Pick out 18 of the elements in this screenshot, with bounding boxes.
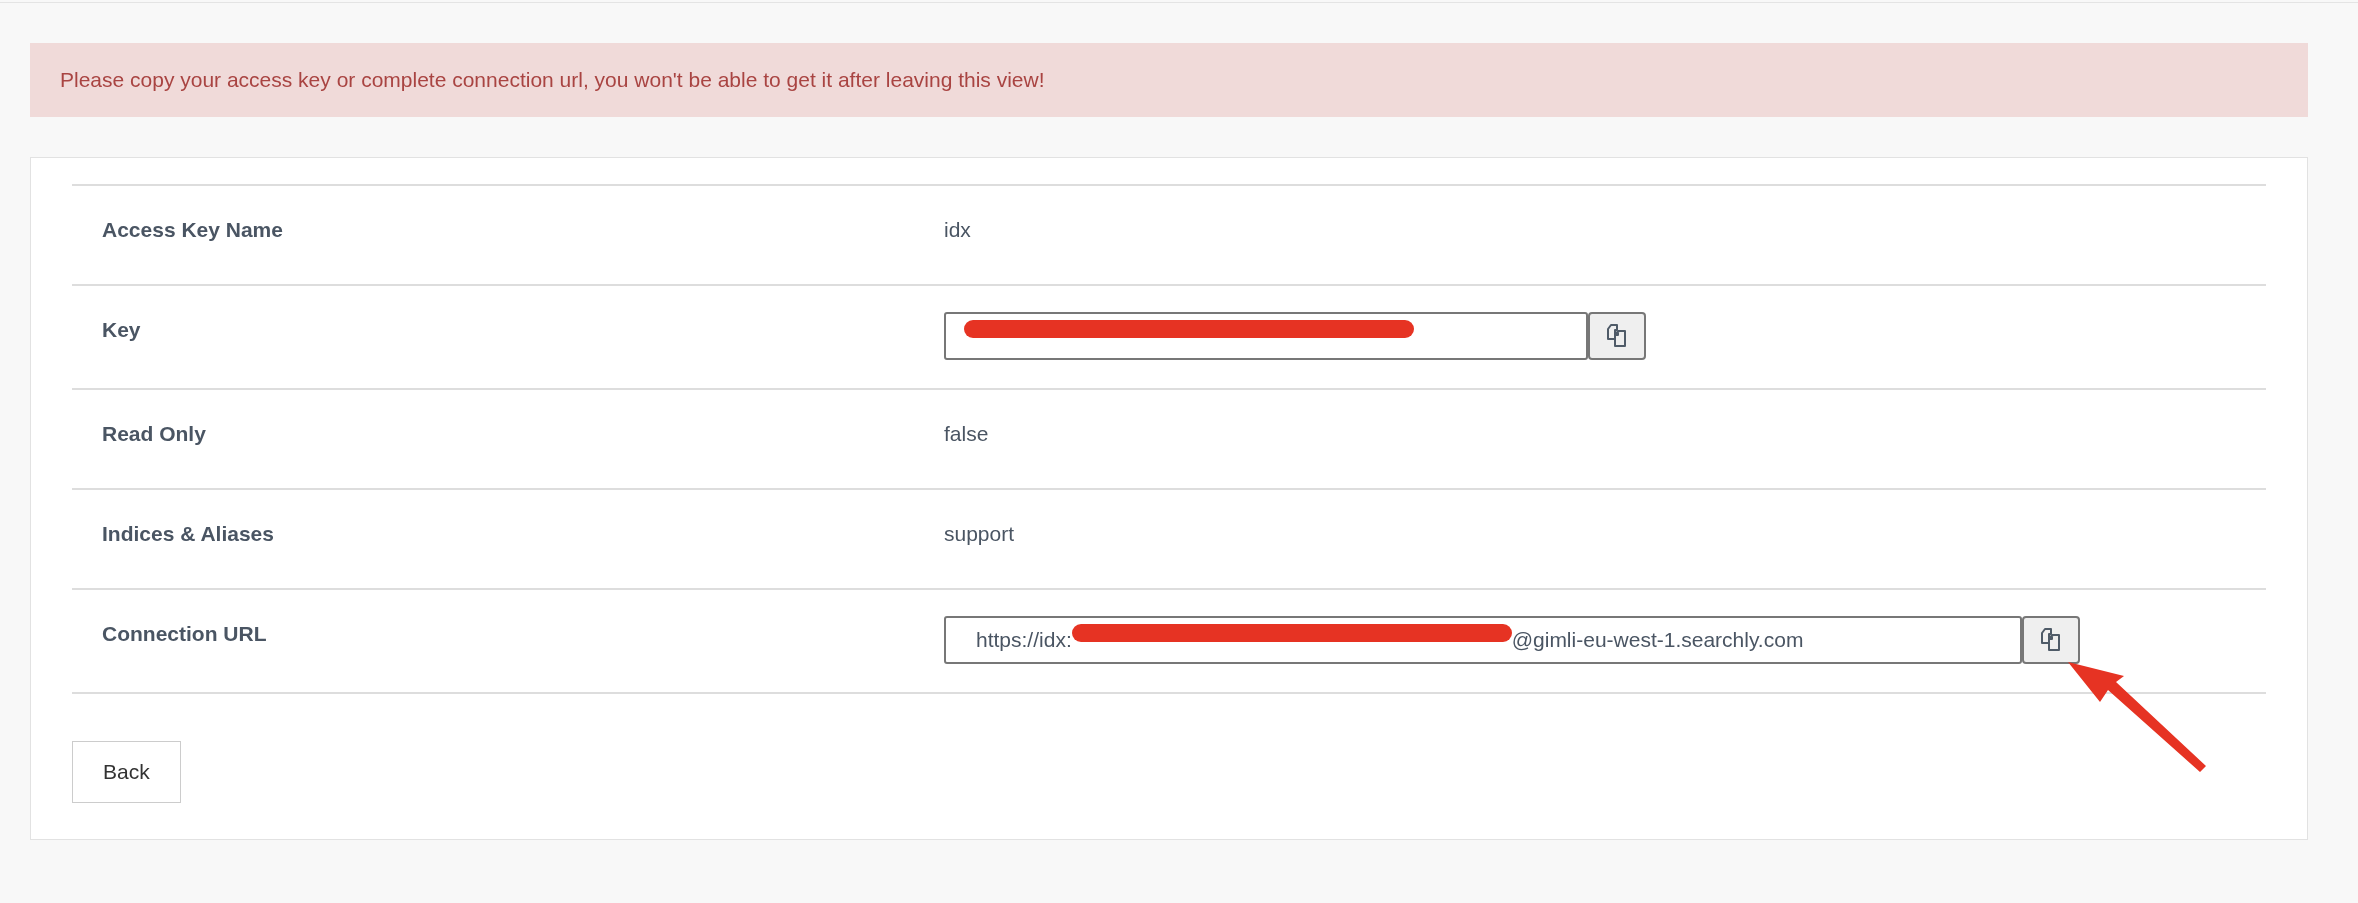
field-text: https://idx: — [976, 628, 1072, 652]
field-text: @gimli-eu-west-1.searchly.com — [1511, 628, 1804, 652]
copy-button[interactable] — [2022, 616, 2080, 664]
row-label: Read Only — [101, 421, 207, 447]
alert-message: Please copy your access key or complete connection url, you won't be able to get it after leaving this view! — [30, 43, 2308, 117]
back-button[interactable]: Back — [72, 741, 181, 803]
row-value: support — [944, 521, 1015, 546]
copy-button[interactable] — [1588, 312, 1646, 360]
text-field[interactable]: https://idx: @gimli-eu-west-1.searchly.com — [944, 616, 2022, 664]
row-value: false — [944, 421, 989, 446]
row-label: Connection URL — [101, 621, 268, 647]
row-value: idx — [944, 217, 971, 242]
row-label: Indices & Aliases — [101, 521, 275, 547]
row-label: Key — [101, 317, 142, 343]
copy-icon — [1606, 324, 1628, 348]
copy-icon — [2040, 628, 2062, 652]
row-label: Access Key Name — [101, 217, 284, 243]
text-field[interactable] — [944, 312, 1588, 360]
